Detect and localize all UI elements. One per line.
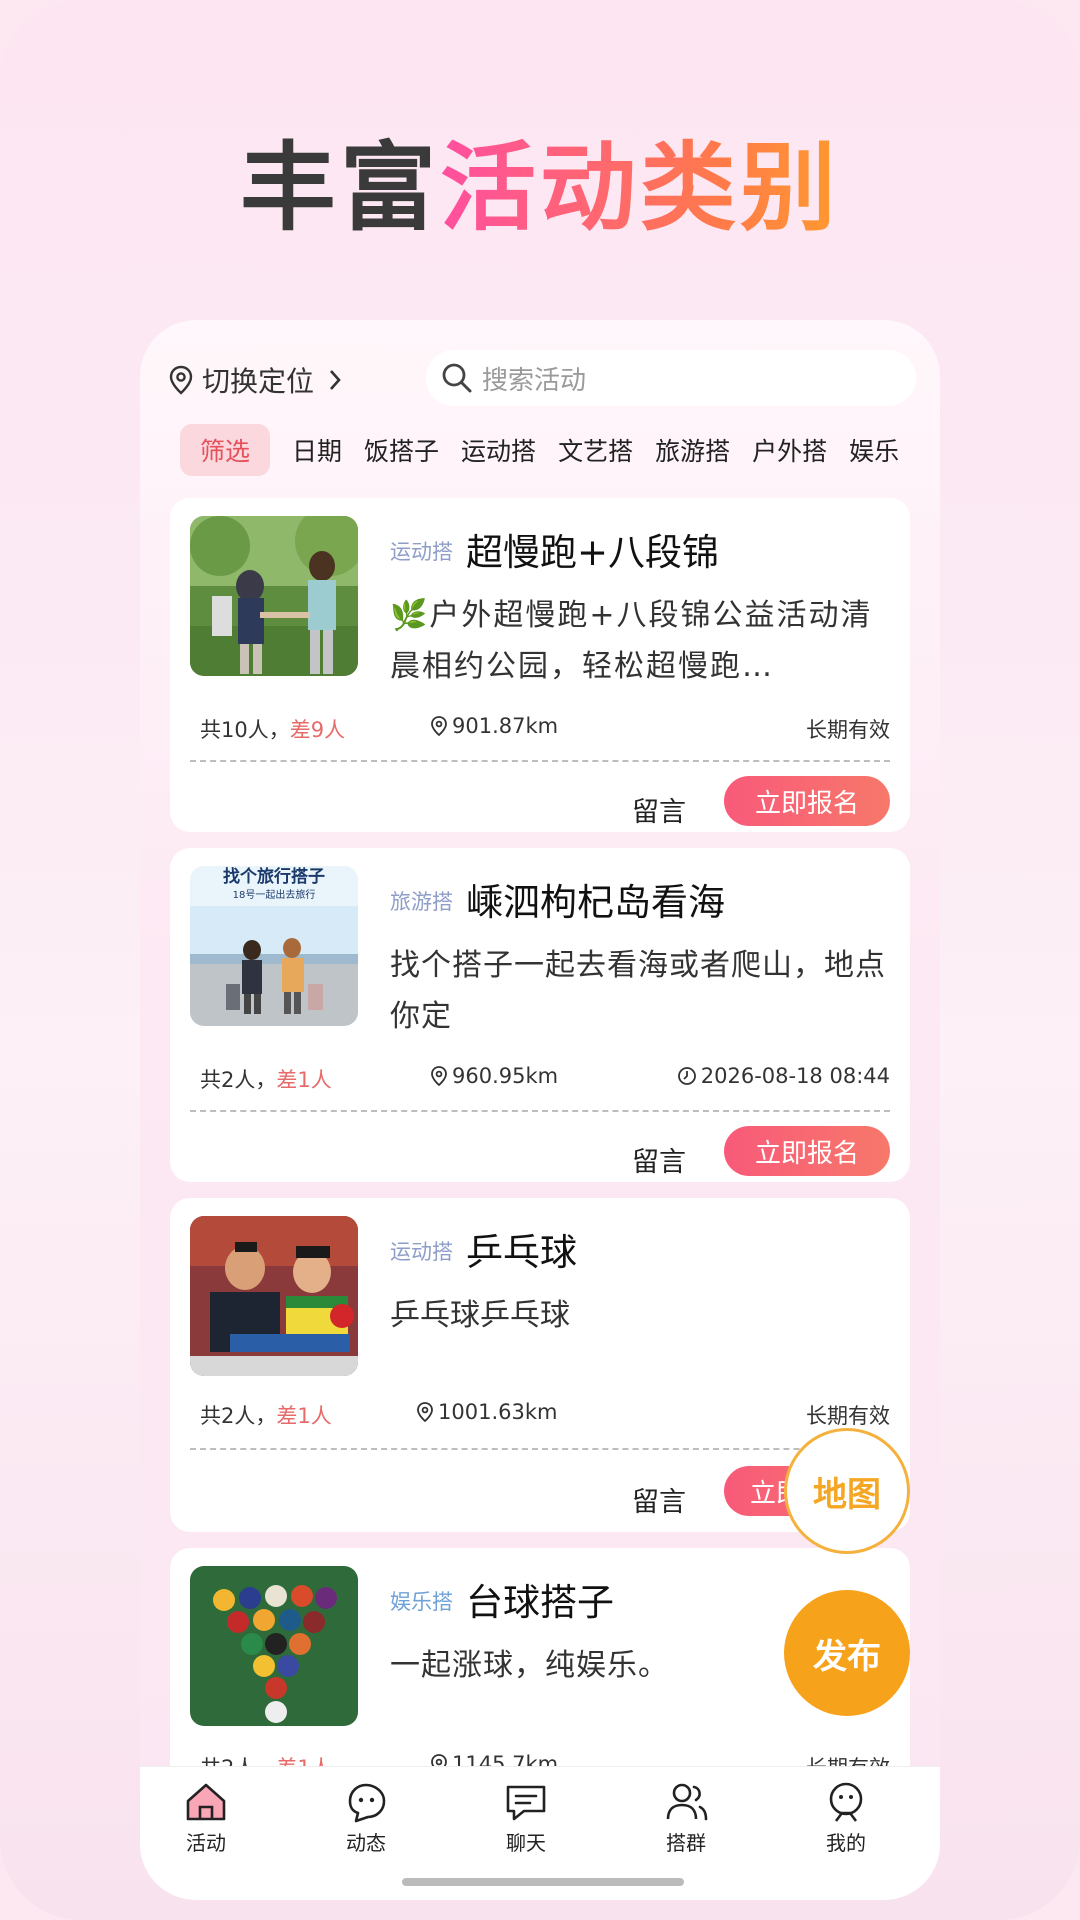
activity-description: 找个搭子一起去看海或者爬山，地点你定 [390, 948, 886, 1034]
location-pin-icon [417, 1402, 433, 1422]
distance: 1001.63km [416, 1400, 557, 1424]
activity-meta: 共10人，差9人 901.87km 长期有效 [200, 714, 890, 744]
people-count: 共2人，差1人 [200, 1400, 332, 1430]
activity-meta: 共2人，差1人 1001.63km 长期有效 [200, 1400, 890, 1430]
people-lack: 差9人 [289, 718, 346, 742]
app-screen: 切换定位 搜索活动 筛选 日期 饭搭子 运动搭 文艺搭 旅游搭 户外搭 娱乐搭 [140, 320, 940, 1900]
category-sport[interactable]: 运动搭 [461, 432, 536, 468]
message-button[interactable]: 留言 [632, 1140, 686, 1179]
tab-label: 我的 [826, 1831, 866, 1855]
category-bar: 筛选 日期 饭搭子 运动搭 文艺搭 旅游搭 户外搭 娱乐搭 [180, 424, 900, 476]
activity-description: 🌿户外超慢跑+八段锦公益活动清晨相约公园，轻松超慢跑… [390, 598, 873, 684]
tab-label: 活动 [186, 1831, 226, 1855]
people-count: 共2人，差1人 [200, 1064, 332, 1094]
moment-icon [348, 1783, 386, 1823]
search-input[interactable]: 搜索活动 [426, 350, 916, 406]
distance: 960.95km [430, 1064, 558, 1088]
category-date[interactable]: 日期 [292, 432, 342, 468]
map-button[interactable]: 地图 [784, 1428, 910, 1554]
signup-button[interactable]: 立即报名 [724, 776, 890, 826]
people-count: 共10人，差9人 [200, 714, 345, 744]
activity-time: 长期有效 [806, 1404, 890, 1428]
tab-moments[interactable]: 动态 [306, 1779, 426, 1856]
promo-headline: 丰富活动类别 [0, 110, 1080, 249]
profile-icon [829, 1782, 863, 1822]
headline-part2: 活动类别 [440, 132, 840, 244]
tab-label: 搭群 [666, 1831, 706, 1855]
activity-title: 乒乓球 [466, 1231, 577, 1274]
activity-tag: 娱乐搭 [390, 1590, 453, 1614]
people-total: 共2人， [200, 1404, 277, 1428]
category-meal[interactable]: 饭搭子 [364, 432, 439, 468]
category-fun[interactable]: 娱乐搭 [849, 432, 900, 468]
activity-title: 台球搭子 [466, 1581, 614, 1624]
people-total: 共10人， [200, 718, 290, 742]
activity-meta: 共2人，差1人 960.95km 2026-08-18 08:44 [200, 1064, 890, 1094]
message-button[interactable]: 留言 [632, 1480, 686, 1519]
filter-button[interactable]: 筛选 [180, 424, 271, 476]
svg-text:18号一起出去旅行: 18号一起出去旅行 [233, 888, 316, 901]
category-outdoor[interactable]: 户外搭 [752, 432, 827, 468]
activity-thumbnail: 找个旅行搭子 18号一起出去旅行 [190, 866, 358, 1026]
tab-groups[interactable]: 搭群 [626, 1779, 746, 1856]
home-icon [186, 1783, 226, 1821]
activity-tag: 旅游搭 [390, 890, 453, 914]
tab-label: 动态 [346, 1831, 386, 1855]
location-label: 切换定位 [202, 365, 315, 398]
people-lack: 差1人 [276, 1404, 332, 1428]
activity-title: 嵊泗枸杞岛看海 [466, 881, 725, 924]
location-pin-icon [169, 365, 193, 395]
distance-value: 960.95km [452, 1064, 559, 1088]
home-indicator [402, 1878, 684, 1886]
headline-part1: 丰富 [240, 132, 440, 244]
activity-thumbnail [190, 1566, 358, 1726]
people-lack: 差1人 [276, 1068, 332, 1092]
publish-button[interactable]: 发布 [784, 1590, 910, 1716]
activity-thumbnail [190, 1216, 358, 1376]
svg-text:找个旅行搭子: 找个旅行搭子 [223, 866, 325, 887]
tab-label: 聊天 [506, 1831, 546, 1855]
activity-tag: 运动搭 [390, 540, 453, 564]
tab-activity[interactable]: 活动 [146, 1779, 266, 1856]
activity-time: 2026-08-18 08:44 [677, 1064, 890, 1088]
activity-description: 乒乓球乒乓球 [390, 1298, 570, 1333]
distance: 901.87km [430, 714, 558, 738]
chat-icon [506, 1785, 546, 1821]
divider [190, 1110, 890, 1112]
divider [190, 760, 890, 762]
clock-icon [677, 1067, 696, 1085]
activity-card[interactable]: 找个旅行搭子 18号一起出去旅行 旅游搭 嵊泗枸杞岛看海 找个搭子一起去看海或者… [170, 848, 910, 1182]
activity-card[interactable]: 运动搭 超慢跑+八段锦 🌿户外超慢跑+八段锦公益活动清晨相约公园，轻松超慢跑… … [170, 498, 910, 832]
tab-chat[interactable]: 聊天 [466, 1779, 586, 1856]
group-icon [666, 1783, 708, 1821]
activity-title: 超慢跑+八段锦 [466, 531, 720, 574]
signup-button[interactable]: 立即报名 [724, 1126, 890, 1176]
activity-time: 长期有效 [806, 718, 890, 742]
message-button[interactable]: 留言 [632, 790, 686, 829]
distance-value: 901.87km [452, 714, 559, 738]
tab-profile[interactable]: 我的 [786, 1779, 906, 1856]
top-bar: 切换定位 搜索活动 [140, 350, 940, 410]
activity-tag: 运动搭 [390, 1240, 453, 1264]
divider [190, 1448, 890, 1450]
activity-thumbnail [190, 516, 358, 676]
search-placeholder: 搜索活动 [482, 365, 587, 396]
category-travel[interactable]: 旅游搭 [655, 432, 730, 468]
switch-location-button[interactable]: 切换定位 [168, 360, 350, 400]
people-total: 共2人， [200, 1068, 277, 1092]
search-icon [442, 363, 472, 393]
chevron-right-icon [330, 370, 341, 390]
location-pin-icon [431, 1066, 447, 1086]
distance-value: 1001.63km [438, 1400, 558, 1424]
category-art[interactable]: 文艺搭 [558, 432, 633, 468]
location-pin-icon [431, 716, 447, 736]
time-value: 2026-08-18 08:44 [700, 1064, 890, 1088]
